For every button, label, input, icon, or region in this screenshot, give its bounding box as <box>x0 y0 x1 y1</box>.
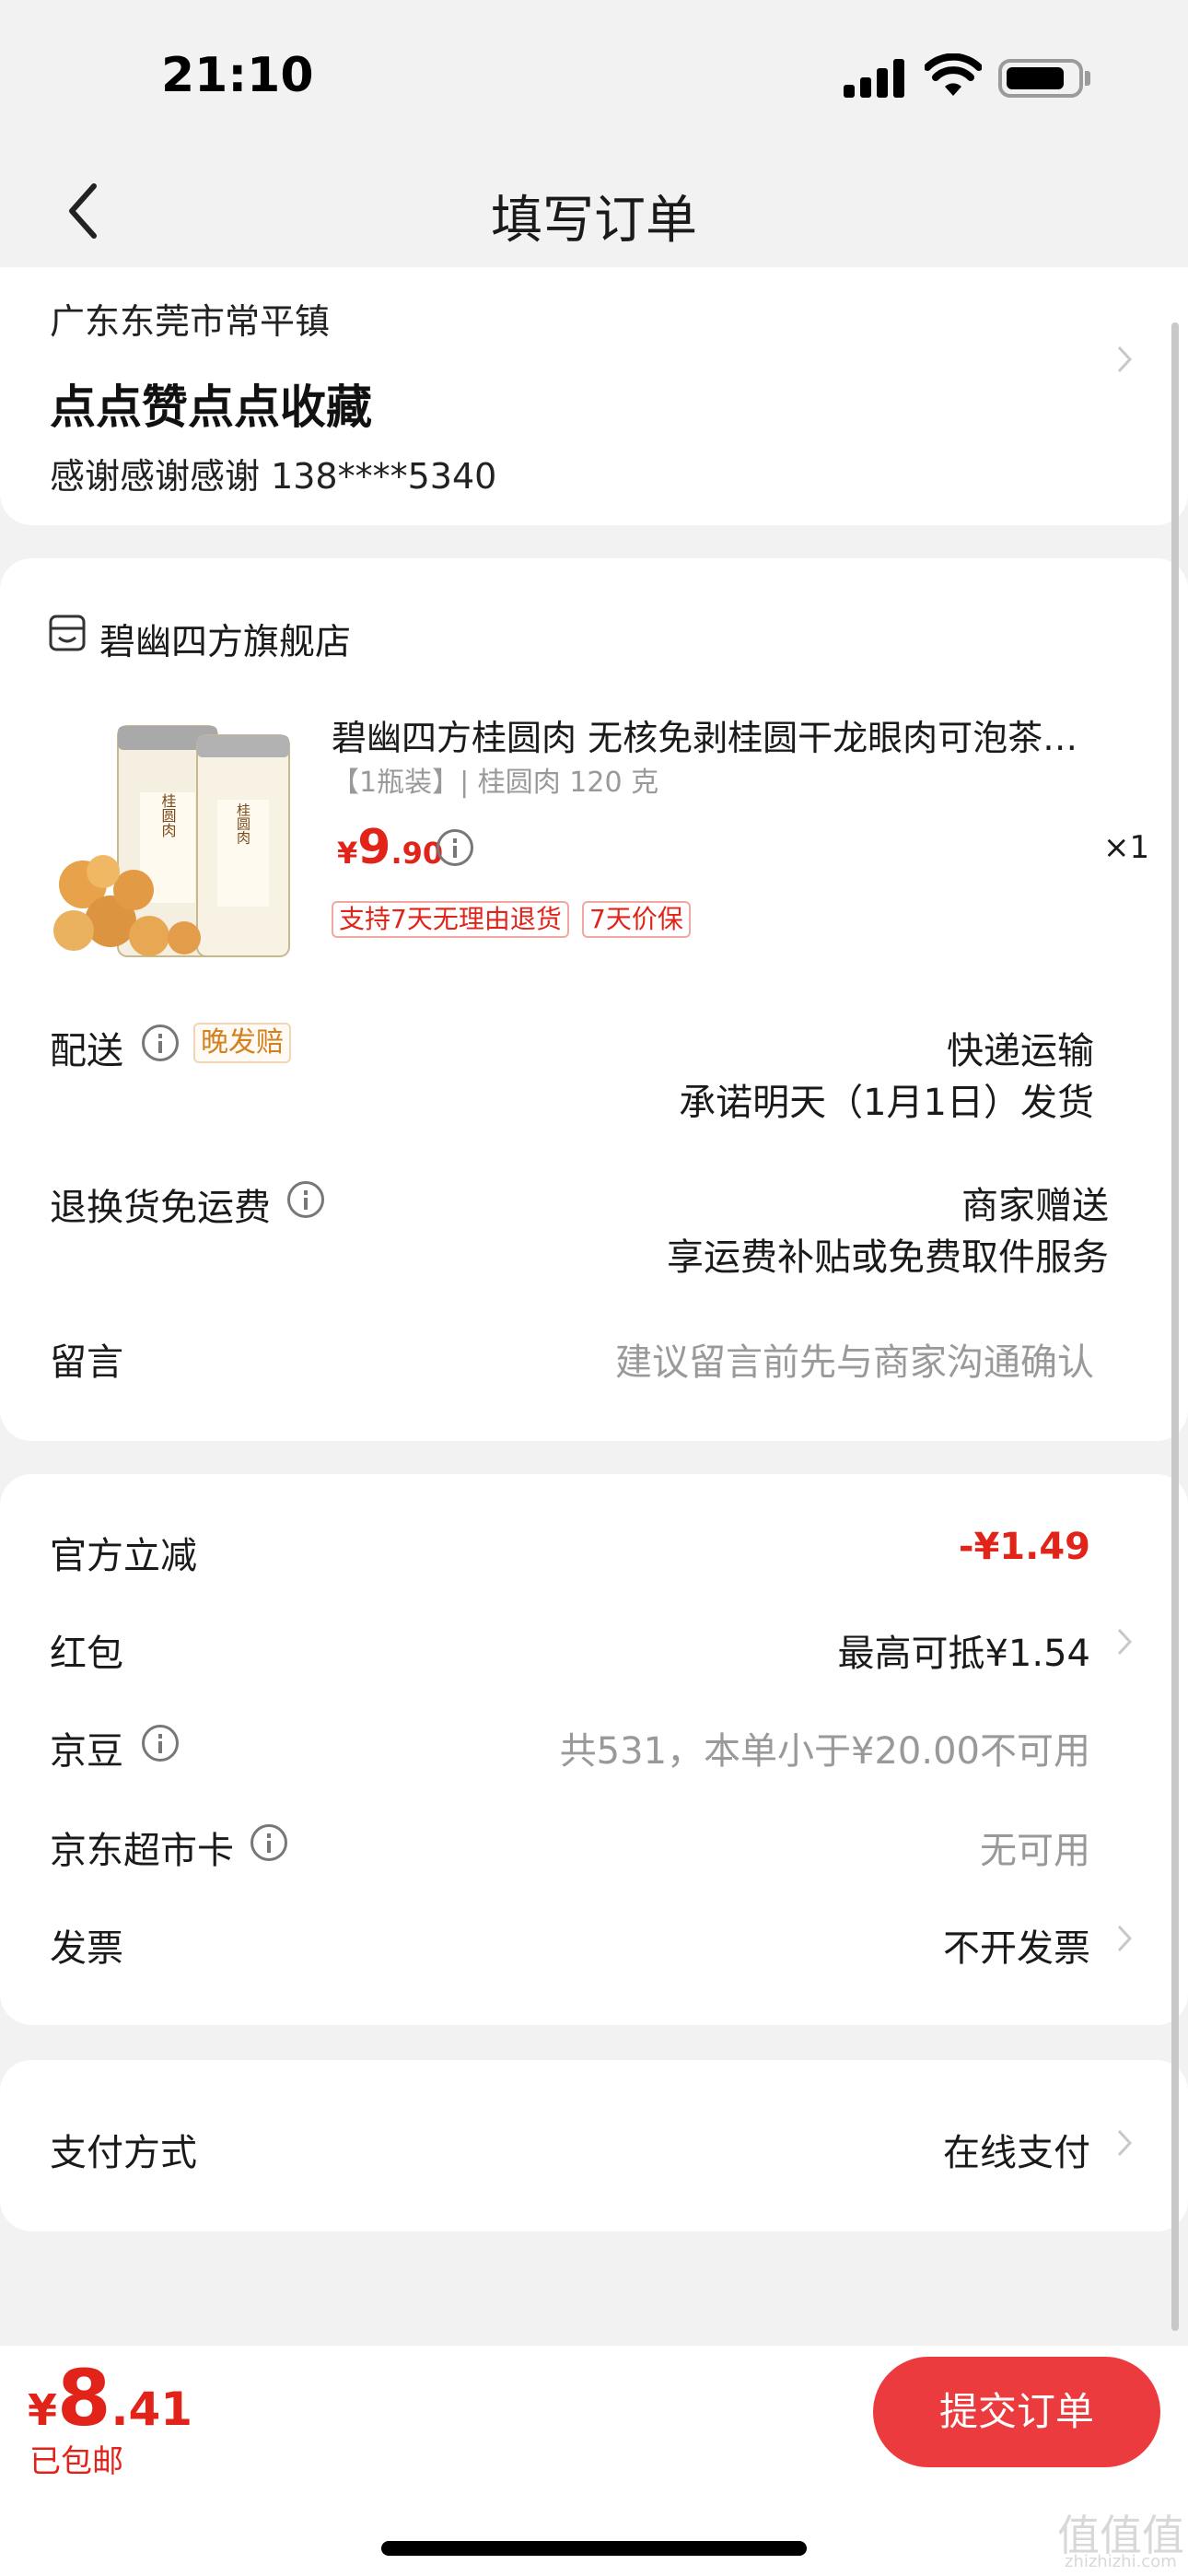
battery-cap <box>1085 71 1090 86</box>
watermark-url: zhizhizhi.com <box>1065 2552 1177 2571</box>
return-shipping-value: 商家赠送 <box>961 1185 1109 1227</box>
message-input[interactable]: 建议留言前先与商家沟通确认 <box>615 1332 1094 1386</box>
delivery-method[interactable]: 快递运输 <box>947 1021 1094 1074</box>
jd-beans-info-icon[interactable] <box>142 1725 179 1762</box>
chevron-right-icon <box>1117 345 1133 373</box>
order-card <box>0 558 1188 1441</box>
wifi-icon <box>925 53 982 96</box>
market-card-info-icon[interactable] <box>250 1824 287 1861</box>
official-discount-label: 官方立减 <box>50 1535 197 1577</box>
product-title[interactable]: 碧幽四方桂圆肉 无核免剥桂圆干龙眼肉可泡茶… <box>332 709 1114 760</box>
delivery-label: 配送 <box>50 1030 123 1072</box>
price-protect-tag: 7天价保 <box>582 901 691 938</box>
invoice-label: 发票 <box>50 1927 123 1970</box>
official-discount-value: -¥1.49 <box>958 1526 1090 1568</box>
product-price: ¥9.90 <box>337 820 444 875</box>
address-contact: 感谢感谢感谢 138****5340 <box>50 456 497 497</box>
scrollbar[interactable] <box>1171 322 1179 2331</box>
market-card-label: 京东超市卡 <box>50 1830 234 1872</box>
address-detail: 点点赞点点收藏 <box>50 381 372 434</box>
order-total: ¥8.41 <box>28 2353 193 2443</box>
store-name[interactable]: 碧幽四方旗舰店 <box>99 614 351 665</box>
free-shipping-label: 已包邮 <box>29 2443 123 2480</box>
cellular-signal-icon <box>844 57 904 98</box>
jd-beans-label: 京豆 <box>50 1730 123 1773</box>
payment-value[interactable]: 在线支付 <box>943 2123 1090 2176</box>
chevron-right-icon <box>1117 1628 1133 1656</box>
price-info-icon[interactable] <box>437 829 473 866</box>
chevron-right-icon <box>1117 1925 1133 1952</box>
return-policy-tag: 支持7天无理由退货 <box>332 901 569 938</box>
product-image[interactable]: 桂圆肉 桂圆肉 <box>46 709 313 967</box>
red-packet-value[interactable]: 最高可抵¥1.54 <box>837 1623 1090 1677</box>
red-packet-label: 红包 <box>50 1633 123 1675</box>
product-spec: 【1瓶装】| 桂圆肉 120 克 <box>332 767 659 799</box>
chevron-right-icon <box>1117 2129 1133 2157</box>
return-shipping-label: 退换货免运费 <box>50 1187 271 1229</box>
delivery-info-icon[interactable] <box>142 1025 179 1061</box>
image-label-1: 桂圆肉 <box>159 793 177 837</box>
address-region: 广东东莞市常平镇 <box>50 301 331 342</box>
late-compensation-tag: 晚发赔 <box>193 1023 291 1063</box>
return-shipping-desc: 享运费补贴或免费取件服务 <box>667 1236 1109 1279</box>
battery-icon <box>998 59 1083 98</box>
submit-order-button[interactable]: 提交订单 <box>873 2357 1160 2467</box>
home-indicator[interactable] <box>381 2541 807 2556</box>
jd-beans-value: 共531，本单小于¥20.00不可用 <box>559 1730 1090 1773</box>
message-label: 留言 <box>50 1341 123 1384</box>
product-quantity: ×1 <box>1103 829 1150 866</box>
store-icon <box>49 615 86 651</box>
status-bar: 21:10 <box>0 0 1188 157</box>
status-time: 21:10 <box>161 48 314 103</box>
page-title: 填写订单 <box>491 191 697 251</box>
payment-label: 支付方式 <box>50 2132 197 2174</box>
invoice-value[interactable]: 不开发票 <box>943 1918 1090 1972</box>
nav-bar: 填写订单 <box>0 157 1188 267</box>
return-shipping-info-icon[interactable] <box>287 1181 324 1218</box>
market-card-value: 无可用 <box>980 1830 1090 1872</box>
image-label-2: 桂圆肉 <box>235 803 251 845</box>
delivery-promise: 承诺明天（1月1日）发货 <box>679 1082 1094 1124</box>
